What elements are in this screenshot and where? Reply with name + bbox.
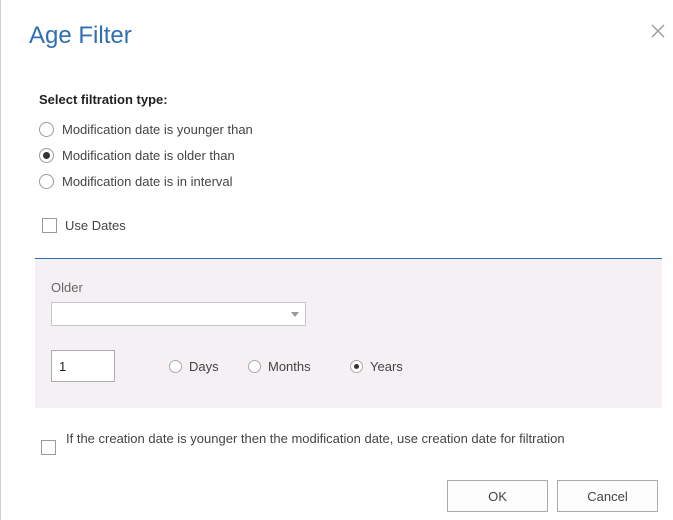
unit-label: Months xyxy=(268,359,311,374)
unit-months-option[interactable]: Months xyxy=(248,359,311,374)
older-dropdown[interactable] xyxy=(51,302,306,326)
use-dates-checkbox[interactable] xyxy=(42,218,57,233)
radio-button-selected[interactable] xyxy=(39,147,54,163)
creation-date-checkbox[interactable] xyxy=(41,440,56,455)
use-dates-option[interactable]: Use Dates xyxy=(42,218,126,233)
filtration-type-label: Select filtration type: xyxy=(39,92,168,107)
age-number-input[interactable] xyxy=(51,350,115,382)
radio-younger-than[interactable]: Modification date is younger than xyxy=(39,119,253,139)
creation-date-option[interactable]: If the creation date is younger then the… xyxy=(41,430,641,455)
older-label: Older xyxy=(51,280,83,295)
radio-button[interactable] xyxy=(39,121,54,137)
radio-button[interactable] xyxy=(39,173,54,189)
dialog-title: Age Filter xyxy=(29,22,132,49)
older-settings-panel: Older Days Months Years xyxy=(35,259,662,408)
age-filter-dialog: Age Filter Select filtration type: Modif… xyxy=(0,0,673,520)
unit-days-option[interactable]: Days xyxy=(169,359,219,374)
unit-years-option[interactable]: Years xyxy=(350,359,403,374)
radio-button[interactable] xyxy=(169,360,182,373)
radio-button-selected[interactable] xyxy=(350,360,363,373)
close-icon[interactable] xyxy=(651,24,667,40)
chevron-down-icon[interactable] xyxy=(291,312,299,317)
radio-older-than[interactable]: Modification date is older than xyxy=(39,145,235,165)
unit-label: Days xyxy=(189,359,219,374)
cancel-button[interactable]: Cancel xyxy=(557,480,658,512)
radio-button[interactable] xyxy=(248,360,261,373)
ok-button[interactable]: OK xyxy=(447,480,548,512)
radio-label: Modification date is in interval xyxy=(62,173,233,189)
radio-label: Modification date is older than xyxy=(62,147,235,163)
use-dates-label: Use Dates xyxy=(65,218,126,233)
creation-date-label: If the creation date is younger then the… xyxy=(66,431,565,446)
radio-in-interval[interactable]: Modification date is in interval xyxy=(39,171,233,191)
radio-label: Modification date is younger than xyxy=(62,121,253,137)
unit-label: Years xyxy=(370,359,403,374)
